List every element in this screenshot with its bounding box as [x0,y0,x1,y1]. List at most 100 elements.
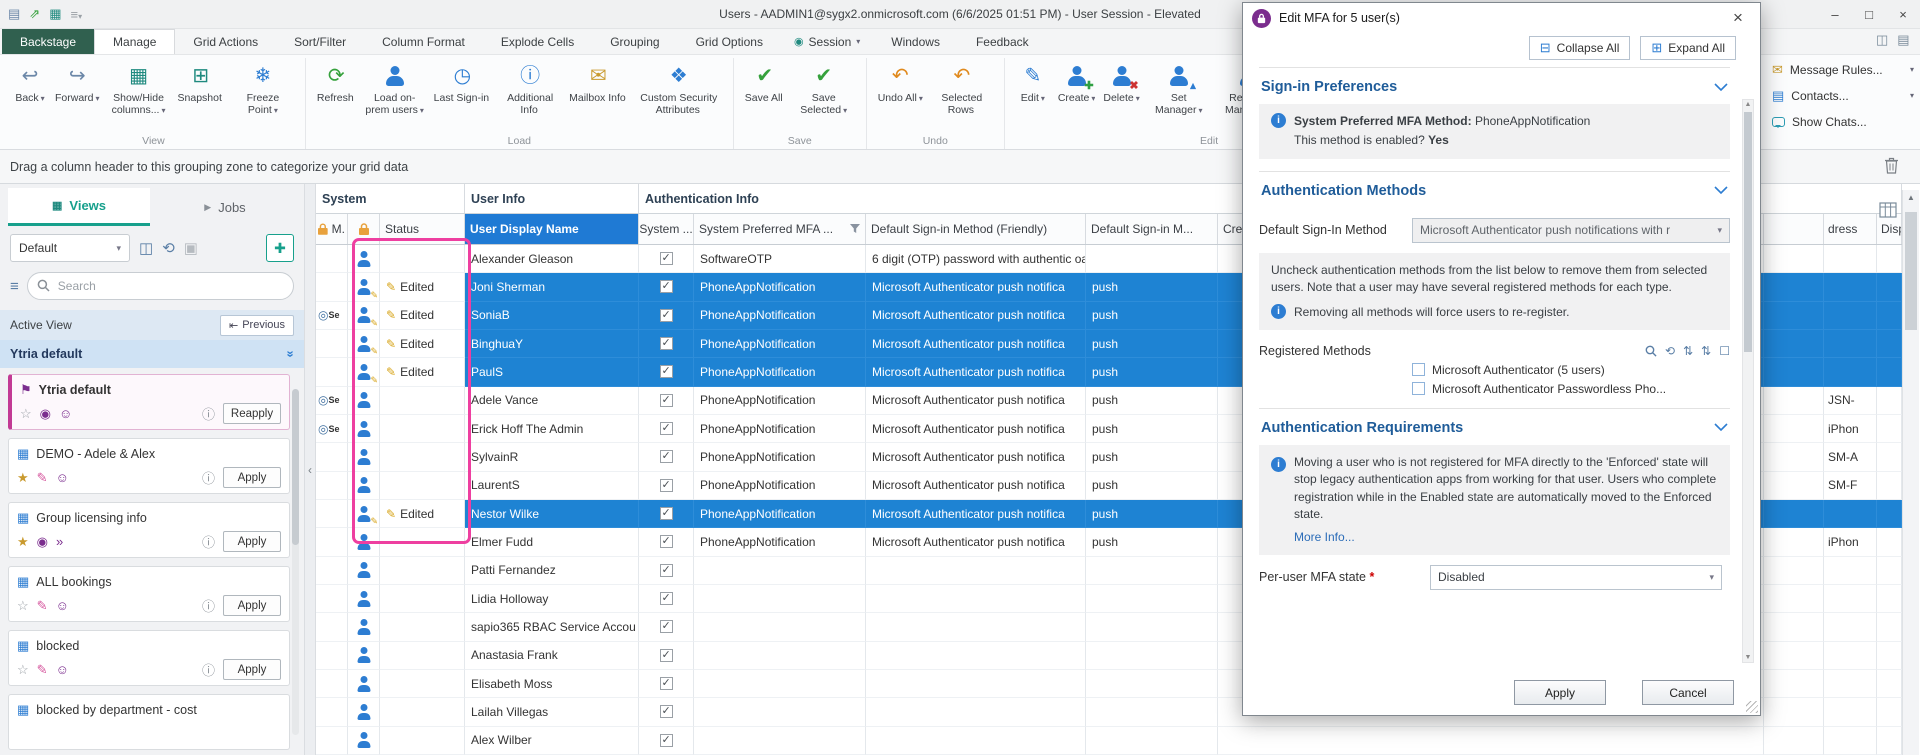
cancel-button[interactable]: Cancel [1642,680,1734,705]
ribbon-tab[interactable]: Sort/Filter [276,29,364,54]
ribbon-button[interactable]: Load on-prem users▾ [361,58,429,133]
resize-grip[interactable] [1746,701,1758,713]
favorite-star-icon[interactable]: ★ [17,534,29,550]
close-button[interactable]: × [1886,0,1920,29]
ribbon-button[interactable]: ✔ Save Selected▾ [790,58,858,133]
show-chats-item[interactable]: Show Chats... [1772,112,1918,131]
per-user-mfa-state-select[interactable]: Disabled ▾ [1430,565,1722,590]
dialog-scrollbar[interactable] [1742,99,1754,663]
ribbon-button[interactable]: ✉ Mailbox Info [566,58,631,133]
scrollbar-thumb[interactable] [1905,212,1917,330]
row-checkbox[interactable] [660,564,673,577]
view-option-icon[interactable]: ◉ [40,406,51,422]
column-header-name[interactable]: User Display Name [465,214,639,244]
default-signin-method-select[interactable]: Microsoft Authenticator push notificatio… [1412,218,1730,243]
section-authentication-methods[interactable]: Authentication Methods [1259,172,1730,208]
ribbon-button[interactable]: ↶ Selected Rows [928,58,996,133]
collapse-all-button[interactable]: ⊟ Collapse All [1529,36,1631,60]
sidebar-scrollbar[interactable] [292,389,299,735]
ribbon-button[interactable]: ▦ Show/Hide columns...▾ [105,58,173,133]
message-rules-item[interactable]: ✉ Message Rules... ▾ [1772,60,1918,79]
column-header-m[interactable]: M. [316,214,348,244]
ribbon-button[interactable]: ◷ Last Sign-in [431,58,494,133]
apply-view-button[interactable]: Apply [223,659,281,680]
ribbon-button[interactable]: ❖ Custom Security Attributes [633,58,725,133]
row-checkbox[interactable] [660,677,673,690]
sort-asc-icon[interactable]: ⇅ [1683,344,1693,358]
ribbon-button[interactable]: ✖ Delete▾ [1100,58,1142,133]
column-header-signin[interactable]: Default Sign-in M... [1086,214,1218,244]
method-checkbox[interactable] [1412,363,1425,376]
ribbon-tab[interactable]: Grouping [592,29,677,54]
contacts-item[interactable]: ▤ Contacts... ▾ [1772,86,1918,105]
search-icon[interactable] [1645,345,1657,357]
ribbon-tab[interactable]: Windows [873,29,958,54]
column-header-system[interactable]: System ... [639,214,694,244]
ribbon-button[interactable]: ▴ Set Manager▾ [1145,58,1213,133]
export-icon[interactable]: ⇗ [29,6,40,22]
ribbon-button[interactable]: ⊞ Snapshot [175,58,227,133]
view-card[interactable]: ▦ blocked by department - cost [8,694,290,750]
more-info-link[interactable]: More Info... [1294,529,1718,546]
reset-icon[interactable]: ⟲ [1665,344,1675,358]
registered-method-item[interactable]: Microsoft Authenticator Passwordless Pho… [1412,382,1730,396]
favorite-star-icon[interactable]: ☆ [20,406,32,422]
view-share-icon[interactable]: » [56,534,63,549]
minimize-button[interactable]: – [1818,0,1852,29]
ribbon-tab[interactable]: Column Format [364,29,483,54]
ribbon-button[interactable]: ↶ Undo All▾ [875,58,926,133]
sort-desc-icon[interactable]: ⇅ [1701,344,1711,358]
table-row[interactable]: Alex Wilber [316,727,1902,755]
view-share-icon[interactable]: ☺ [56,598,69,613]
column-header-friendly[interactable]: Default Sign-in Method (Friendly) [866,214,1086,244]
column-chooser-icon[interactable] [1879,201,1897,222]
section-authentication-requirements[interactable]: Authentication Requirements [1259,409,1730,445]
band-system[interactable]: System [316,184,465,213]
layout-icon[interactable]: ◫ [139,239,153,257]
ribbon-button[interactable]: ✎ Edit▾ [1013,58,1053,133]
select-all-icon[interactable]: ☐ [1719,344,1730,358]
ribbon-tab[interactable]: ◉ Session ▾ [781,29,873,54]
view-card[interactable]: ▦ ALL bookings ☆ ✎ ☺ ⓘ Apply [8,566,290,622]
ribbon-button[interactable]: ✔ Save All [742,58,788,133]
ribbon-tab[interactable]: Grid Actions [175,29,276,54]
row-checkbox[interactable] [660,734,673,747]
ribbon-button[interactable]: ❄ Freeze Point▾ [229,58,297,133]
customize-toolbar-icon[interactable]: ≡▾ [71,7,83,22]
method-checkbox[interactable] [1412,382,1425,395]
scroll-up-icon[interactable] [1903,190,1919,206]
tab-views[interactable]: ▦ Views [8,188,150,226]
scrollbar-thumb[interactable] [1744,112,1752,352]
row-checkbox[interactable] [660,280,673,293]
ribbon-button[interactable]: ⓘ Additional Info [496,58,564,133]
column-header-address[interactable]: dress [1824,214,1877,244]
column-header-status[interactable]: Status [380,214,465,244]
ribbon-tab[interactable]: Feedback [958,29,1047,54]
sidebar-collapse-handle[interactable]: ‹ [304,184,316,755]
search-input[interactable] [27,272,294,300]
reset-icon[interactable]: ⟲ [162,239,175,257]
ribbon-tab[interactable]: Manage [94,29,175,54]
save-icon[interactable]: ▤ [8,6,20,22]
favorite-star-icon[interactable]: ☆ [17,662,29,678]
ribbon-button[interactable]: ⟳ Refresh [314,58,359,133]
view-card[interactable]: ⚑ Ytria default ☆ ◉ ☺ ⓘ Reapply [8,374,290,430]
row-checkbox[interactable] [660,535,673,548]
row-checkbox[interactable] [660,592,673,605]
ribbon-button[interactable]: ↩ Back▾ [10,58,50,133]
scroll-down-icon[interactable] [1743,654,1753,661]
ribbon-tab[interactable]: Explode Cells [483,29,592,54]
row-checkbox[interactable] [660,507,673,520]
row-checkbox[interactable] [660,309,673,322]
view-option-icon[interactable]: ✎ [37,598,48,614]
view-card[interactable]: ▦ DEMO - Adele & Alex ★ ✎ ☺ ⓘ Apply [8,438,290,494]
scroll-up-icon[interactable] [1743,101,1753,108]
panel-icon[interactable]: ▤ [1897,32,1909,48]
view-share-icon[interactable]: ☺ [56,470,69,485]
ribbon-tab[interactable]: Grid Options [678,29,781,54]
column-header-mfa[interactable]: System Preferred MFA ... [694,214,866,244]
apply-view-button[interactable]: Apply [223,467,281,488]
row-checkbox[interactable] [660,252,673,265]
filter-icon[interactable] [850,224,860,234]
ribbon-button[interactable]: ✚ Create▾ [1055,58,1099,133]
